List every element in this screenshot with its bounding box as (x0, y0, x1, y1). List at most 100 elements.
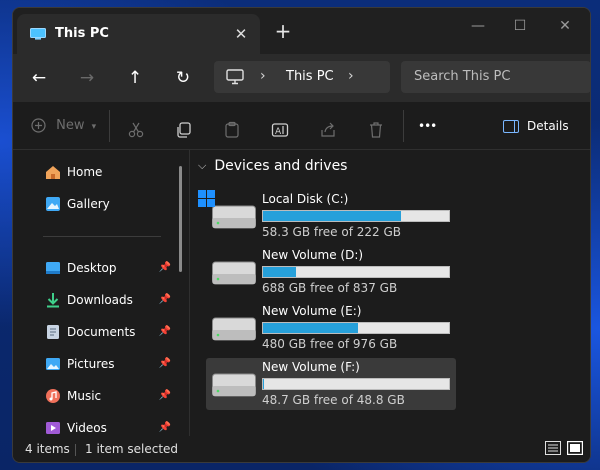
sidebar-item-downloads[interactable]: Downloads 📌 (45, 288, 185, 312)
refresh-button[interactable]: ↻ (168, 64, 198, 92)
rename-icon[interactable]: A (271, 118, 289, 142)
drive-usage-bar (262, 378, 450, 390)
plus-circle-icon (31, 118, 46, 133)
sidebar-item-label: Downloads (67, 293, 133, 307)
address-field[interactable]: › This PC › (214, 61, 390, 93)
content-pane: ⌵ Devices and drives Local Disk (C:) 58.3… (190, 150, 590, 436)
close-tab-button[interactable]: ✕ (230, 23, 252, 45)
drive-item-d[interactable]: New Volume (D:) 688 GB free of 837 GB (206, 246, 456, 298)
sidebar-item-home[interactable]: Home (45, 160, 185, 184)
pin-icon[interactable]: 📌 (159, 384, 171, 408)
pin-icon[interactable]: 📌 (159, 320, 171, 344)
share-icon[interactable] (319, 118, 337, 142)
computer-icon (226, 69, 244, 85)
new-tab-button[interactable]: + (271, 21, 295, 43)
drive-name: Local Disk (C:) (262, 192, 349, 206)
drive-free-space: 58.3 GB free of 222 GB (262, 225, 401, 239)
sidebar-item-label: Music (67, 389, 102, 403)
sidebar-item-desktop[interactable]: Desktop 📌 (45, 256, 185, 280)
videos-icon (46, 422, 60, 434)
maximize-button[interactable]: ☐ (500, 12, 540, 40)
music-icon (46, 389, 60, 403)
svg-text:A: A (275, 127, 282, 137)
group-title: Devices and drives (214, 158, 348, 174)
details-view-icon[interactable] (545, 441, 561, 455)
gallery-icon (46, 197, 60, 211)
sidebar-item-label: Desktop (67, 261, 117, 275)
chevron-right-icon[interactable]: › (260, 68, 266, 84)
chevron-down-icon: ▾ (91, 122, 97, 132)
sidebar-item-label: Gallery (67, 197, 110, 211)
tiles-view-icon[interactable] (567, 441, 583, 455)
navigation-pane: Home Gallery Desktop 📌 Downloads 📌 Docum… (13, 150, 189, 436)
hard-drive-icon (212, 373, 256, 397)
tab-this-pc[interactable]: This PC ✕ (17, 14, 260, 54)
pin-icon[interactable]: 📌 (159, 352, 171, 376)
toolbar-divider (109, 110, 110, 142)
details-button[interactable]: Details (503, 114, 569, 138)
breadcrumb-this-pc[interactable]: This PC (286, 69, 334, 84)
up-button[interactable]: ↑ (120, 64, 150, 92)
new-button-label: New (56, 118, 85, 133)
sidebar-scrollbar[interactable] (179, 166, 182, 272)
drive-usage-bar (262, 322, 450, 334)
home-icon (46, 166, 60, 179)
hard-drive-icon (212, 261, 256, 285)
close-window-button[interactable]: ✕ (545, 12, 585, 40)
sidebar-item-label: Pictures (67, 357, 115, 371)
download-icon (47, 293, 59, 308)
sidebar-item-pictures[interactable]: Pictures 📌 (45, 352, 185, 376)
drive-usage-bar (262, 266, 450, 278)
sidebar-item-music[interactable]: Music 📌 (45, 384, 185, 408)
drive-item-c[interactable]: Local Disk (C:) 58.3 GB free of 222 GB (198, 190, 456, 242)
toolbar-divider (403, 110, 404, 142)
desktop-icon (46, 262, 60, 274)
documents-icon (47, 325, 59, 339)
sidebar-item-documents[interactable]: Documents 📌 (45, 320, 185, 344)
sidebar-divider (43, 236, 161, 237)
search-input[interactable]: Search This PC (401, 61, 590, 93)
chevron-down-icon[interactable]: ⌵ (198, 159, 206, 173)
drive-item-f[interactable]: New Volume (F:) 48.7 GB free of 48.8 GB (206, 358, 456, 410)
copy-icon[interactable] (175, 118, 193, 142)
drive-usage-fill (263, 323, 358, 333)
chevron-right-icon[interactable]: › (348, 68, 354, 84)
hard-drive-icon (212, 205, 256, 229)
more-options-button[interactable]: ••• (418, 114, 437, 138)
paste-icon[interactable] (223, 118, 241, 142)
title-bar: This PC ✕ + — ☐ ✕ (13, 8, 590, 54)
drive-name: New Volume (D:) (262, 248, 364, 262)
sidebar-item-gallery[interactable]: Gallery (45, 192, 185, 216)
delete-icon[interactable] (367, 118, 385, 142)
search-placeholder: Search This PC (414, 69, 511, 84)
tab-title: This PC (55, 26, 109, 41)
details-label: Details (527, 119, 569, 133)
pin-icon[interactable]: 📌 (159, 288, 171, 312)
pin-icon[interactable]: 📌 (159, 256, 171, 280)
drive-usage-fill (263, 267, 297, 277)
address-bar-row: ← → ↑ ↻ › This PC › Search This PC (13, 54, 590, 102)
new-button[interactable]: New ▾ (31, 114, 96, 138)
item-count: 4 items (25, 442, 70, 456)
sidebar-item-label: Home (67, 165, 103, 179)
selection-count: 1 item selected (85, 442, 179, 456)
drive-free-space: 688 GB free of 837 GB (262, 281, 398, 295)
drive-item-e[interactable]: New Volume (E:) 480 GB free of 976 GB (206, 302, 456, 354)
minimize-button[interactable]: — (458, 12, 498, 40)
pictures-icon (46, 358, 60, 370)
drive-free-space: 480 GB free of 976 GB (262, 337, 398, 351)
drive-free-space: 48.7 GB free of 48.8 GB (262, 393, 405, 407)
cut-icon[interactable] (127, 118, 145, 142)
status-divider (75, 444, 76, 456)
drive-usage-bar (262, 210, 450, 222)
hard-drive-icon (212, 317, 256, 341)
group-header-devices[interactable]: ⌵ Devices and drives (198, 158, 347, 174)
command-bar: New ▾ A ••• Details (13, 102, 590, 150)
monitor-icon (30, 28, 46, 40)
forward-button[interactable]: → (72, 64, 102, 92)
drive-name: New Volume (F:) (262, 360, 360, 374)
windows-logo-icon (198, 190, 215, 207)
back-button[interactable]: ← (24, 64, 54, 92)
details-pane-icon (503, 120, 519, 133)
drive-usage-fill (263, 211, 401, 221)
